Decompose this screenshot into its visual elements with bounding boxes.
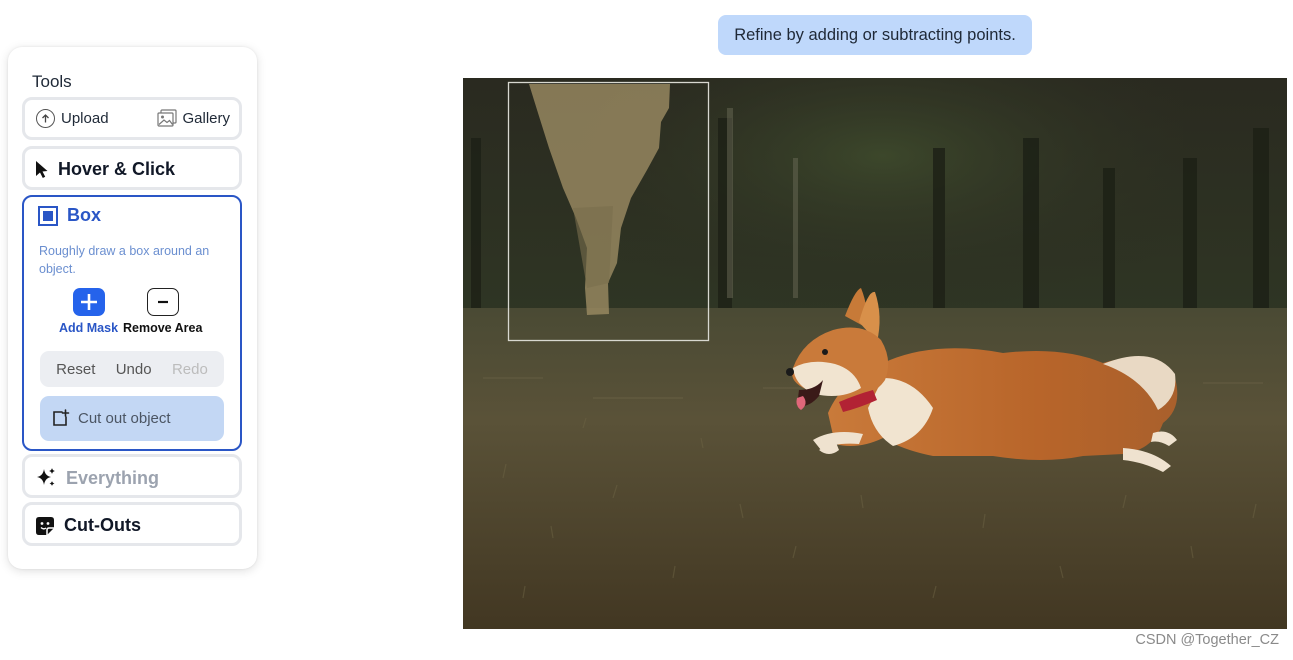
box-description: Roughly draw a box around an object.	[39, 244, 210, 276]
gallery-button[interactable]: Gallery	[157, 109, 230, 128]
sticker-icon	[35, 516, 55, 536]
gallery-icon	[157, 109, 178, 128]
everything-header: Everything	[35, 467, 159, 489]
plus-icon	[72, 288, 105, 316]
hover-click-label: Hover & Click	[58, 159, 176, 179]
corgi-photo	[463, 78, 1287, 629]
upload-icon	[36, 109, 55, 128]
upload-gallery-bar: Upload Gallery	[22, 97, 242, 140]
remove-area-label: Remove Area	[123, 321, 203, 335]
add-mask-button[interactable]: Add Mask	[59, 288, 118, 335]
box-icon	[38, 205, 58, 226]
box-header: Box	[38, 205, 101, 226]
redo-button[interactable]: Redo	[172, 361, 208, 378]
history-controls: Reset Undo Redo	[40, 351, 224, 387]
gallery-label: Gallery	[182, 110, 230, 127]
remove-area-button[interactable]: Remove Area	[123, 288, 202, 335]
tools-panel: Tools Upload Gallery Hover & Click Box R…	[8, 47, 257, 569]
image-canvas[interactable]	[463, 78, 1287, 629]
cut-out-icon	[51, 409, 70, 428]
hint-text: Refine by adding or subtracting points.	[734, 25, 1016, 44]
box-tool[interactable]: Box Roughly draw a box around an object.…	[22, 195, 242, 451]
reset-button[interactable]: Reset	[56, 361, 95, 378]
cut-outs-tool[interactable]: Cut-Outs	[22, 502, 242, 546]
cursor-icon	[35, 160, 49, 179]
hint-message: Refine by adding or subtracting points.	[718, 15, 1032, 55]
box-label: Box	[67, 205, 102, 225]
hover-click-tool[interactable]: Hover & Click	[22, 146, 242, 190]
everything-label: Everything	[66, 467, 160, 488]
hover-click-header: Hover & Click	[35, 159, 175, 180]
everything-tool[interactable]: Everything	[22, 454, 242, 498]
undo-button[interactable]: Undo	[116, 361, 152, 378]
cut-out-object-button[interactable]: Cut out object	[40, 396, 224, 441]
watermark: CSDN @Together_CZ	[1135, 632, 1279, 648]
minus-icon	[146, 288, 179, 316]
upload-button[interactable]: Upload	[36, 109, 109, 128]
cut-out-label: Cut out object	[78, 410, 171, 427]
cut-outs-header: Cut-Outs	[35, 515, 141, 536]
upload-label: Upload	[61, 110, 109, 127]
add-mask-label: Add Mask	[59, 321, 119, 335]
tools-title: Tools	[32, 72, 72, 91]
sparkles-icon	[35, 467, 57, 489]
cut-outs-label: Cut-Outs	[64, 515, 141, 535]
